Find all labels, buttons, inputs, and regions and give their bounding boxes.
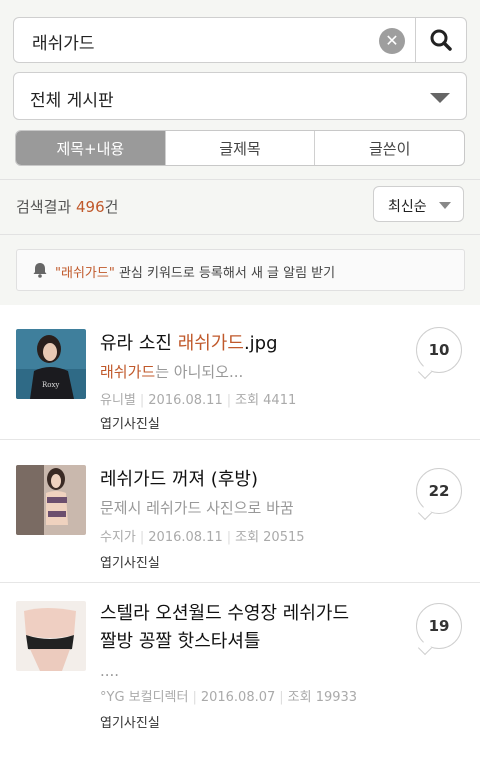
title-suffix: .jpg (243, 333, 278, 354)
post-author: 수지가 (100, 530, 136, 545)
post-views: 조회 20515 (235, 530, 305, 545)
divider (0, 179, 480, 180)
keyword-alert-text: "래쉬가드" 관심 키워드로 등록해서 새 글 알림 받기 (55, 262, 335, 281)
post-thumbnail: Roxy (16, 329, 86, 399)
alert-keyword: "래쉬가드" (55, 266, 115, 281)
post-meta: °YG 보컬디렉터 | 2016.08.07 | 조회 19933 (100, 690, 358, 705)
keyword-alert-banner[interactable]: "래쉬가드" 관심 키워드로 등록해서 새 글 알림 받기 (16, 249, 465, 291)
search-scope-tabs: 제목+내용 글제목 글쓴이 (15, 130, 465, 166)
alert-message: 관심 키워드로 등록해서 새 글 알림 받기 (114, 266, 336, 281)
board-select-label: 전체 게시판 (30, 91, 114, 111)
post-snippet: 래쉬가드는 아니되오... (100, 361, 243, 382)
post-author: °YG 보컬디렉터 (100, 690, 189, 705)
post-meta: 유니별 | 2016.08.11 | 조회 4411 (100, 393, 297, 408)
search-icon (430, 29, 452, 51)
post-views: 조회 19933 (287, 690, 358, 705)
post-title[interactable]: 레쉬가드 꺼져 (후방) (100, 465, 258, 491)
clear-icon[interactable]: ✕ (379, 28, 405, 54)
title-text: 유라 소진 (100, 333, 178, 354)
tab-title[interactable]: 글제목 (164, 131, 315, 165)
post-date: 2016.08.11 (148, 393, 223, 408)
title-keyword: 래쉬가드 (177, 333, 244, 354)
svg-text:Roxy: Roxy (42, 381, 59, 389)
chevron-down-icon (439, 202, 451, 209)
search-button[interactable] (415, 17, 467, 63)
tab-title-content[interactable]: 제목+내용 (16, 131, 165, 165)
snippet-text: 는 아니되오... (155, 363, 244, 381)
post-title[interactable]: 유라 소진 래쉬가드.jpg (100, 329, 278, 355)
board-select[interactable]: 전체 게시판 (13, 72, 467, 120)
search-box[interactable]: ✕ (13, 17, 416, 63)
post-category: 엽기사진실 (100, 556, 160, 571)
bell-icon (33, 263, 47, 278)
post-meta: 수지가 | 2016.08.11 | 조회 20515 (100, 530, 305, 545)
tab-author[interactable]: 글쓴이 (314, 131, 464, 165)
result-count-prefix: 검색결과 (16, 198, 72, 216)
post-views: 조회 4411 (235, 393, 297, 408)
result-count: 검색결과 496건 (16, 196, 118, 217)
post-thumbnail (16, 601, 86, 671)
sort-label: 최신순 (388, 199, 427, 215)
list-item[interactable]: Roxy 유라 소진 래쉬가드.jpg 래쉬가드는 아니되오... 유니별 | 20… (0, 305, 480, 440)
post-author: 유니별 (100, 393, 136, 408)
sort-dropdown[interactable]: 최신순 (373, 186, 464, 222)
chevron-down-icon (430, 93, 450, 103)
result-count-value: 496 (75, 198, 105, 216)
divider (0, 234, 480, 235)
snippet-keyword: 래쉬가드 (100, 363, 156, 381)
search-input[interactable] (32, 27, 372, 55)
post-category: 엽기사진실 (100, 716, 160, 731)
post-title-line2[interactable]: 짤방 꽁짤 핫스타셔틀 (100, 627, 260, 653)
post-category: 엽기사진실 (100, 417, 160, 432)
result-count-suffix: 건 (104, 198, 119, 216)
post-snippet: 문제시 레쉬가드 사진으로 바꿈 (100, 499, 294, 517)
post-date: 2016.08.11 (148, 530, 223, 545)
post-title[interactable]: 스텔라 오션월드 수영장 레쉬가드 (100, 599, 349, 625)
post-thumbnail (16, 465, 86, 535)
list-item[interactable]: 스텔라 오션월드 수영장 레쉬가드 짤방 꽁짤 핫스타셔틀 .... °YG 보… (0, 584, 480, 760)
post-list: Roxy 유라 소진 래쉬가드.jpg 래쉬가드는 아니되오... 유니별 | 20… (0, 305, 480, 760)
search-header: ✕ 전체 게시판 제목+내용 글제목 글쓴이 (0, 0, 480, 180)
post-date: 2016.08.07 (200, 690, 276, 705)
list-item[interactable]: 레쉬가드 꺼져 (후방) 문제시 레쉬가드 사진으로 바꿈 수지가 | 2016.0… (0, 448, 480, 583)
post-snippet: .... (100, 662, 120, 680)
